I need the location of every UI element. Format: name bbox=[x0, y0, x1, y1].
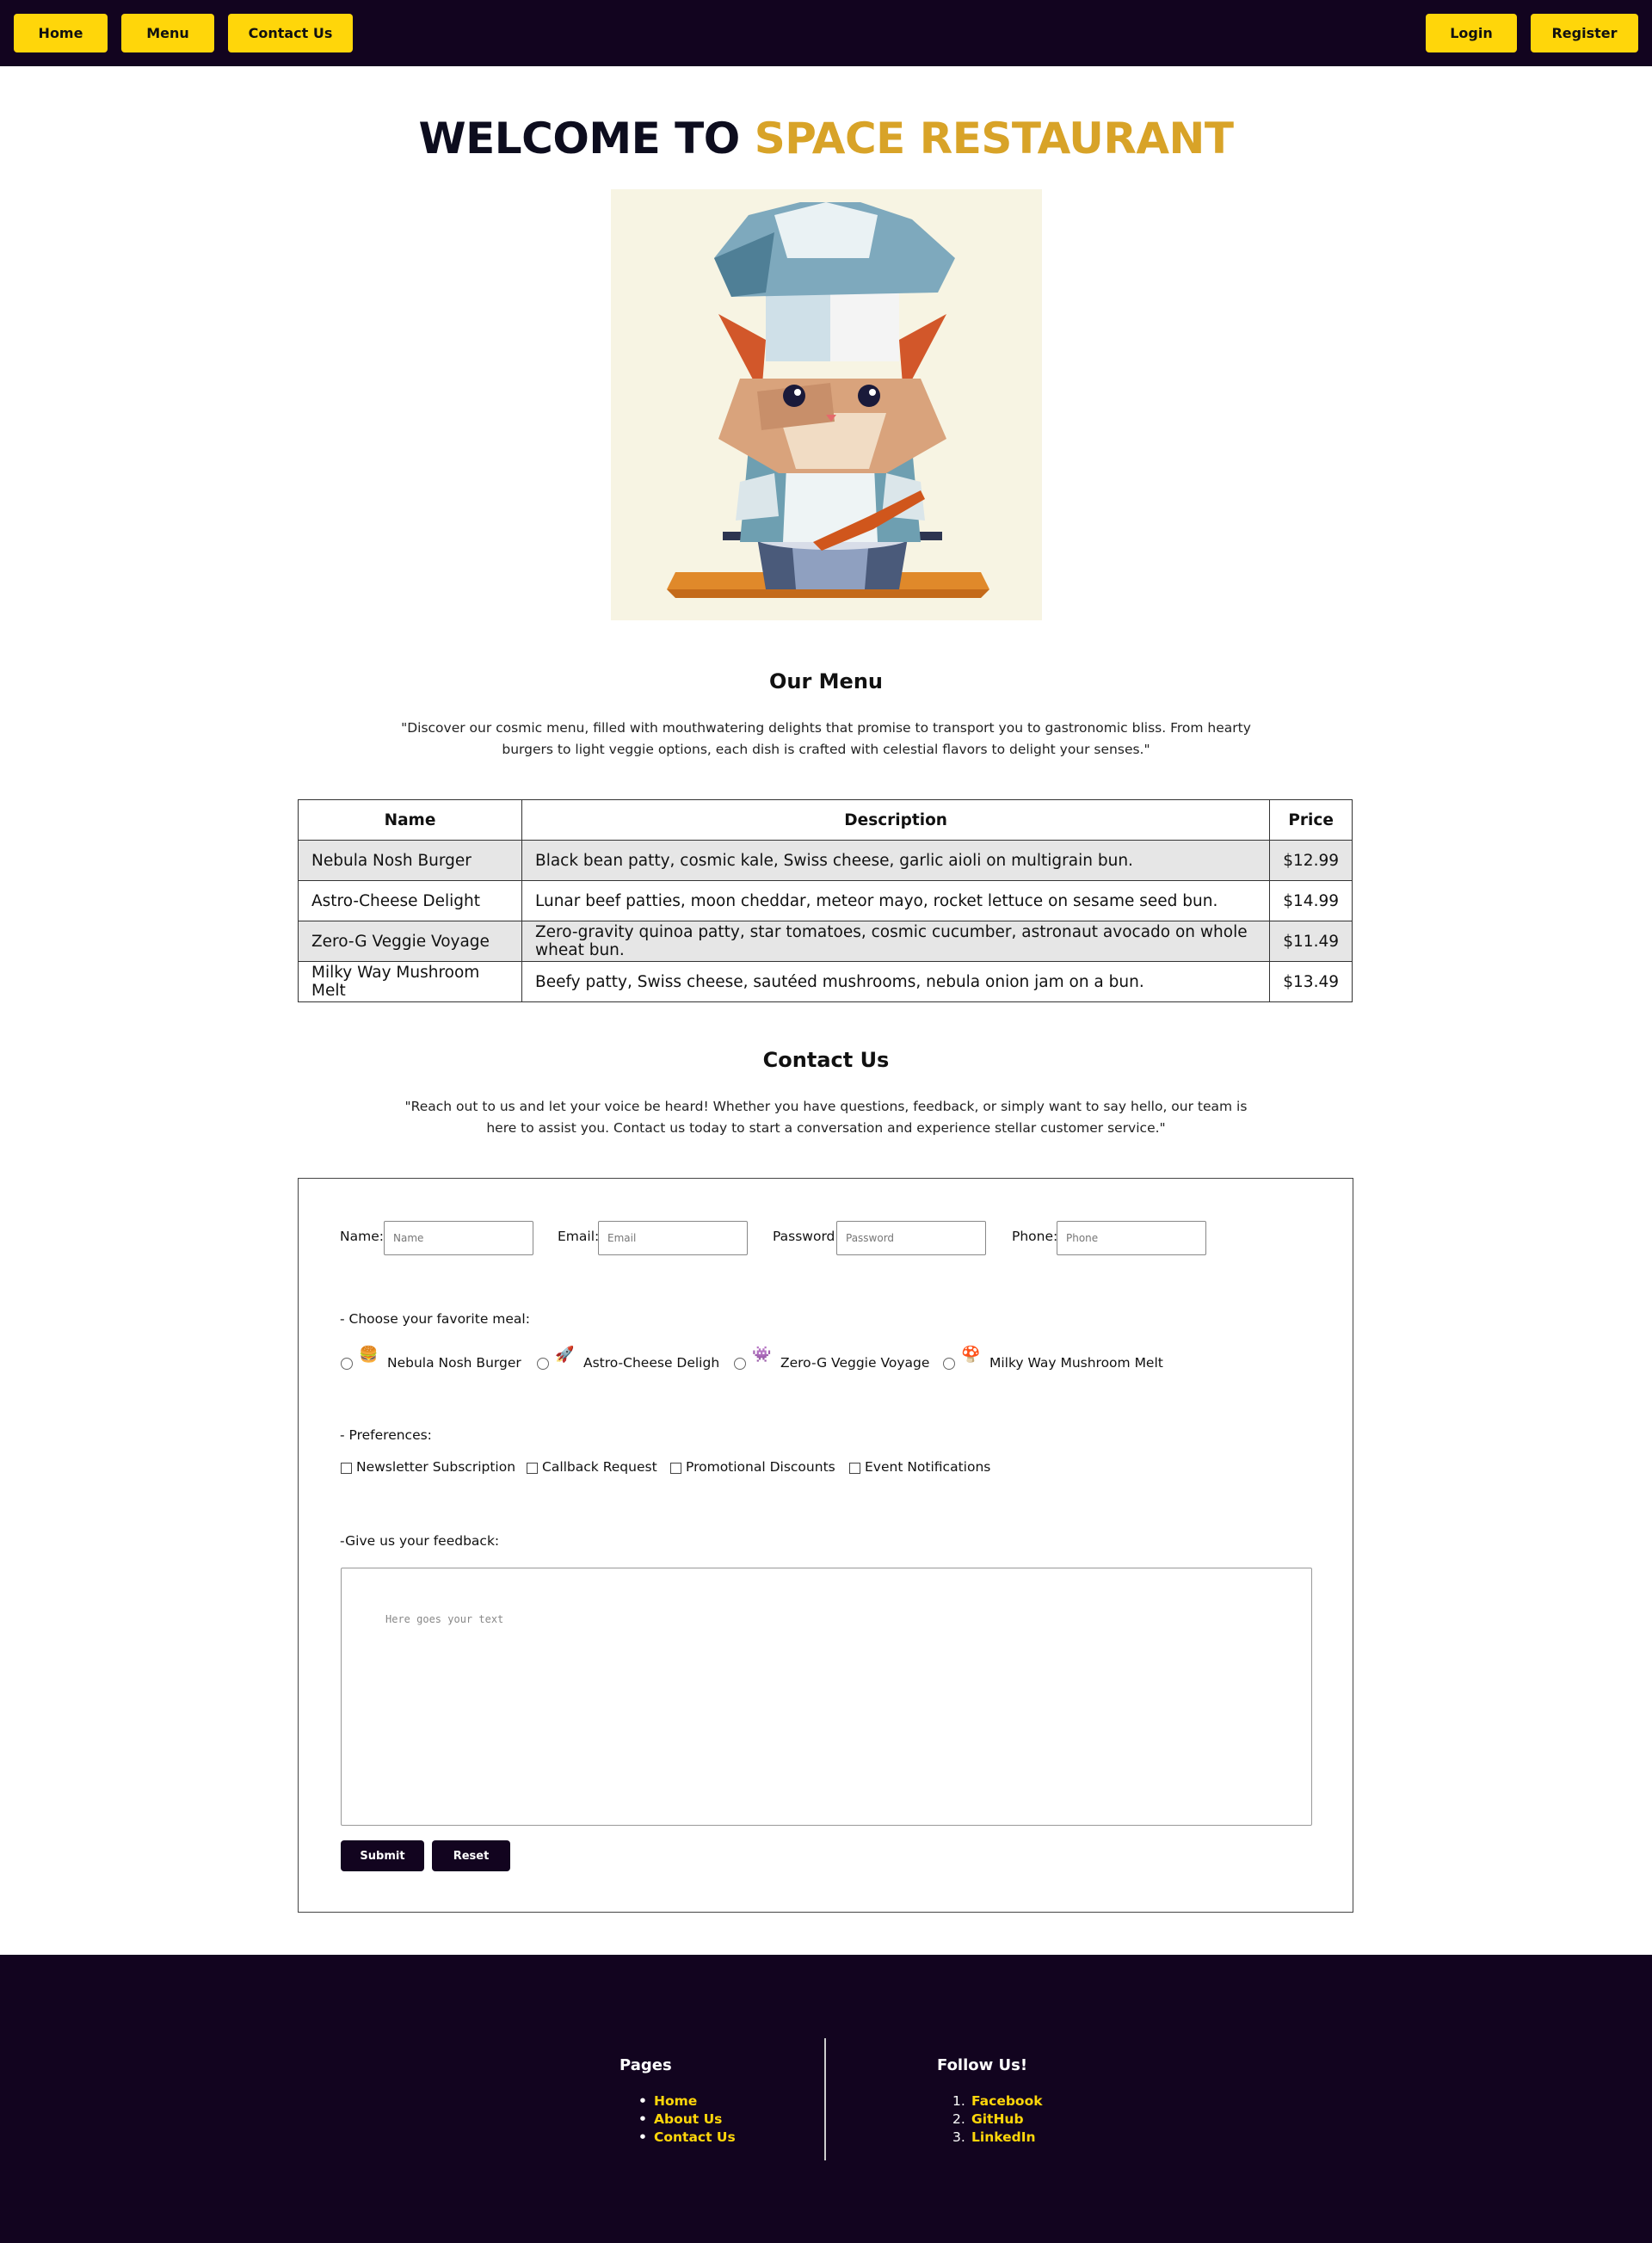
meal-group-label: - Choose your favorite meal: bbox=[340, 1311, 530, 1327]
footer-divider bbox=[824, 2038, 826, 2160]
footer-pages-list: • Home • About Us • Contact Us bbox=[638, 2092, 736, 2147]
footer-link-github[interactable]: 2. GitHub bbox=[952, 2111, 1043, 2129]
cell-price: $11.49 bbox=[1269, 921, 1353, 962]
phone-label: Phone: bbox=[1012, 1229, 1058, 1244]
name-input[interactable]: Name bbox=[384, 1221, 533, 1255]
cell-name: Zero-G Veggie Voyage bbox=[298, 921, 522, 962]
prefs-group-label: - Preferences: bbox=[340, 1427, 432, 1443]
pref-checkbox-callback[interactable] bbox=[527, 1463, 538, 1474]
mushroom-icon: 🍄 bbox=[961, 1346, 981, 1364]
pref-checkbox-newsletter[interactable] bbox=[341, 1463, 352, 1474]
reset-button[interactable]: Reset bbox=[432, 1840, 510, 1871]
cell-description: Lunar beef patties, moon cheddar, meteor… bbox=[521, 880, 1271, 921]
meal-radio-3[interactable] bbox=[734, 1358, 746, 1370]
pref-label: Event Notifications bbox=[865, 1459, 991, 1475]
email-label: Email: bbox=[558, 1229, 600, 1244]
top-navbar: Home Menu Contact Us Login Register bbox=[0, 0, 1652, 66]
pref-checkbox-events[interactable] bbox=[849, 1463, 860, 1474]
register-button[interactable]: Register bbox=[1531, 14, 1638, 52]
email-input[interactable]: Email bbox=[598, 1221, 748, 1255]
meal-radio-2[interactable] bbox=[537, 1358, 549, 1370]
footer-pages-title: Pages bbox=[620, 2056, 672, 2074]
feedback-placeholder: Here goes your text bbox=[385, 1613, 504, 1625]
cell-price: $14.99 bbox=[1269, 880, 1353, 921]
meal-option-label: Nebula Nosh Burger bbox=[387, 1355, 521, 1371]
footer-link-facebook[interactable]: 1. Facebook bbox=[952, 2092, 1043, 2111]
footer-link-linkedin[interactable]: 3. LinkedIn bbox=[952, 2129, 1043, 2147]
title-prefix: WELCOME TO bbox=[418, 114, 755, 163]
contact-section-title: Contact Us bbox=[762, 1048, 890, 1072]
menu-intro-text: "Discover our cosmic menu, filled with m… bbox=[401, 720, 1251, 757]
footer-follow-title: Follow Us! bbox=[937, 2056, 1028, 2074]
cell-description: Beefy patty, Swiss cheese, sautéed mushr… bbox=[521, 961, 1271, 1002]
footer-link-about[interactable]: • About Us bbox=[638, 2111, 736, 2129]
meal-radio-4[interactable] bbox=[943, 1358, 955, 1370]
phone-input[interactable]: Phone bbox=[1057, 1221, 1206, 1255]
alien-icon: 👾 bbox=[752, 1346, 772, 1364]
footer: Pages • Home • About Us • Contact Us Follow… bbox=[0, 1955, 1652, 2243]
menu-table: Name Description Price Nebula Nosh Burge… bbox=[298, 799, 1353, 1002]
nav-menu-button[interactable]: Menu bbox=[121, 14, 214, 52]
pref-label: Callback Request bbox=[542, 1459, 657, 1475]
table-header-row: Name Description Price bbox=[298, 799, 1353, 841]
title-accent: SPACE RESTAURANT bbox=[754, 114, 1234, 163]
menu-section-title: Our Menu bbox=[768, 669, 883, 693]
cell-description: Zero-gravity quinoa patty, star tomatoes… bbox=[521, 921, 1271, 962]
cell-description: Black bean patty, cosmic kale, Swiss che… bbox=[521, 840, 1271, 881]
table-row: Zero-G Veggie Voyage Zero-gravity quinoa… bbox=[298, 921, 1353, 962]
table-row: Nebula Nosh Burger Black bean patty, cos… bbox=[298, 840, 1353, 881]
rocket-burger-icon: 🚀 bbox=[555, 1346, 575, 1364]
meal-option-label: Zero-G Veggie Voyage bbox=[780, 1355, 930, 1371]
burger-icon: 🍔 bbox=[359, 1346, 379, 1364]
chef-cat-image bbox=[611, 189, 1042, 620]
nav-home-button[interactable]: Home bbox=[14, 14, 108, 52]
feedback-textarea[interactable]: Here goes your text bbox=[341, 1568, 1312, 1826]
name-label: Name: bbox=[340, 1229, 384, 1244]
col-header-description: Description bbox=[521, 799, 1271, 841]
page-title: WELCOME TO SPACE RESTAURANT bbox=[0, 114, 1652, 163]
col-header-price: Price bbox=[1269, 799, 1353, 841]
cell-price: $12.99 bbox=[1269, 840, 1353, 881]
footer-link-contact[interactable]: • Contact Us bbox=[638, 2129, 736, 2147]
nav-contact-button[interactable]: Contact Us bbox=[228, 14, 353, 52]
password-label: Password: bbox=[773, 1229, 840, 1244]
feedback-label: -Give us your feedback: bbox=[340, 1533, 500, 1549]
pref-label: Newsletter Subscription bbox=[356, 1459, 516, 1475]
contact-intro-text: "Reach out to us and let your voice be h… bbox=[404, 1099, 1248, 1136]
pref-label: Promotional Discounts bbox=[686, 1459, 835, 1475]
col-header-name: Name bbox=[298, 799, 522, 841]
contact-form: Name: Name Email: Email Password: Passwo… bbox=[298, 1178, 1353, 1913]
cell-name: Astro-Cheese Delight bbox=[298, 880, 522, 921]
login-button[interactable]: Login bbox=[1426, 14, 1517, 52]
cell-price: $13.49 bbox=[1269, 961, 1353, 1002]
cell-name: Milky Way Mushroom Melt bbox=[298, 961, 522, 1002]
footer-link-home[interactable]: • Home bbox=[638, 2092, 736, 2111]
footer-social-list: 1. Facebook 2. GitHub 3. LinkedIn bbox=[952, 2092, 1043, 2147]
pref-checkbox-discounts[interactable] bbox=[670, 1463, 681, 1474]
cell-name: Nebula Nosh Burger bbox=[298, 840, 522, 881]
password-input[interactable]: Password bbox=[836, 1221, 986, 1255]
meal-option-label: Milky Way Mushroom Melt bbox=[989, 1355, 1163, 1371]
table-row: Astro-Cheese Delight Lunar beef patties,… bbox=[298, 880, 1353, 921]
meal-radio-1[interactable] bbox=[341, 1358, 353, 1370]
meal-option-label: Astro-Cheese Deligh bbox=[583, 1355, 720, 1371]
table-row: Milky Way Mushroom Melt Beefy patty, Swi… bbox=[298, 961, 1353, 1002]
submit-button[interactable]: Submit bbox=[341, 1840, 424, 1871]
